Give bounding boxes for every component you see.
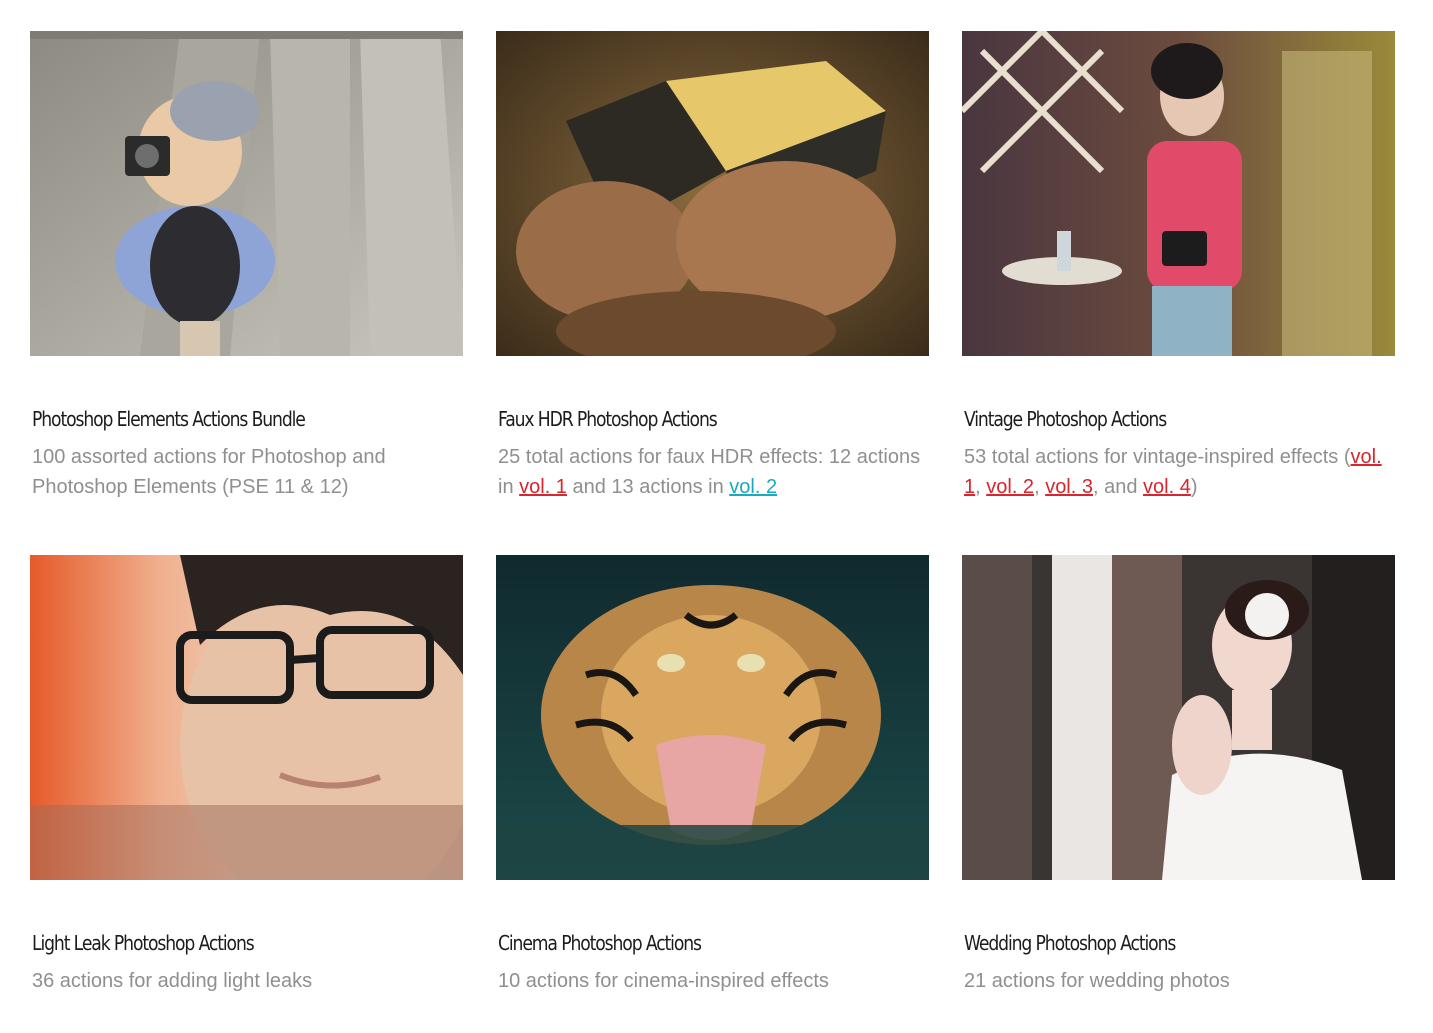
product-description: 21 actions for wedding photos <box>964 970 1230 992</box>
product-image-wedding[interactable] <box>962 555 1395 880</box>
description-text: ) <box>1190 476 1198 498</box>
product-description: 53 total actions for vintage-inspired ef… <box>964 442 1394 502</box>
product-image-cinema[interactable] <box>496 555 929 880</box>
description-text: , <box>975 476 987 498</box>
product-title[interactable]: Wedding Photoshop Actions <box>964 931 1176 955</box>
vol-3-link[interactable]: vol. 3 <box>1045 476 1093 498</box>
description-text: , <box>1034 476 1046 498</box>
glasses-man-photo <box>30 555 463 880</box>
vintage-woman-photo <box>962 31 1395 356</box>
bride-photo <box>962 555 1395 880</box>
vol-1-link[interactable]: vol. 1 <box>519 476 567 498</box>
product-image-elements-bundle[interactable] <box>30 31 463 356</box>
product-title[interactable]: Vintage Photoshop Actions <box>964 407 1167 431</box>
description-text: and 13 actions in <box>566 476 730 498</box>
product-title[interactable]: Light Leak Photoshop Actions <box>32 931 255 955</box>
tiger-photo <box>496 555 929 880</box>
product-title[interactable]: Faux HDR Photoshop Actions <box>498 407 718 431</box>
product-description: 36 actions for adding light leaks <box>32 970 313 992</box>
product-description: 10 actions for cinema-inspired effects <box>498 970 829 992</box>
product-image-faux-hdr[interactable] <box>496 31 929 356</box>
product-image-light-leak[interactable] <box>30 555 463 880</box>
description-text: , and <box>1093 476 1144 498</box>
product-image-vintage[interactable] <box>962 31 1395 356</box>
photographer-photo <box>30 31 463 356</box>
product-title[interactable]: Cinema Photoshop Actions <box>498 931 702 955</box>
vol-2-link[interactable]: vol. 2 <box>729 476 777 498</box>
product-description: 25 total actions for faux HDR effects: 1… <box>498 442 928 502</box>
book-hands-photo <box>496 31 929 356</box>
vol-4-link[interactable]: vol. 4 <box>1143 476 1191 498</box>
description-text: 53 total actions for vintage-inspired ef… <box>964 446 1351 468</box>
product-title[interactable]: Photoshop Elements Actions Bundle <box>32 407 306 431</box>
vol-2-link[interactable]: vol. 2 <box>986 476 1034 498</box>
product-description: 100 assorted actions for Photoshop and P… <box>32 446 386 498</box>
